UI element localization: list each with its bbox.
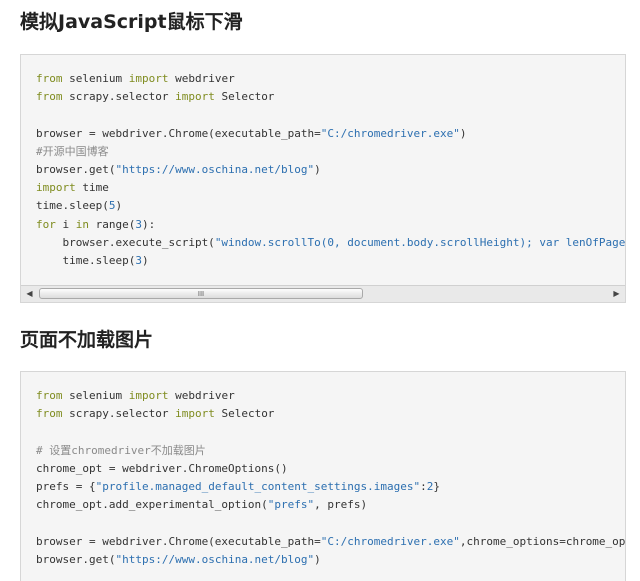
code-token: i [62, 217, 76, 231]
code-line: from selenium import webdriver [36, 70, 625, 88]
code-token: Selector [221, 407, 275, 421]
code-token: } [433, 480, 440, 494]
code-keyword: import [175, 90, 222, 104]
code-token: chrome_opt.add_experimental_option( [36, 498, 268, 512]
code-keyword: import [128, 389, 176, 402]
code-line: time.sleep(5) [36, 197, 625, 215]
code-line: # 设置chromedriver不加载图片 [36, 442, 625, 460]
code-token: prefs = { [36, 480, 96, 494]
code-string: "prefs" [267, 498, 315, 512]
code-keyword: in [75, 217, 96, 231]
code-token: ) [314, 163, 321, 177]
code-token: : [420, 480, 427, 494]
code-line: from scrapy.selector import Selector [36, 405, 625, 423]
code-keyword: from [36, 407, 70, 421]
code-token: browser.get( [36, 163, 116, 177]
horizontal-scrollbar[interactable]: ◀ III ▶ [21, 285, 625, 302]
scroll-right-arrow-icon[interactable]: ▶ [608, 286, 625, 302]
section-heading-scroll: 模拟JavaScript鼠标下滑 [20, 11, 243, 33]
code-token: ): [142, 217, 156, 231]
code-token: scrapy.selector [69, 90, 176, 104]
code-keyword: import [128, 72, 176, 85]
code-token: ) [115, 199, 123, 213]
code-content: from selenium import webdriver from scrap… [36, 70, 626, 270]
code-number: 3 [135, 254, 142, 268]
code-string: "window.scrollTo(0, document.body.scroll… [214, 235, 626, 249]
code-token: time [82, 181, 109, 195]
code-token: ) [141, 254, 149, 268]
code-token: ) [314, 552, 321, 566]
code-line: prefs = {"profile.managed_default_conten… [36, 478, 625, 496]
code-comment: # 设置chromedriver不加载图片 [36, 443, 206, 457]
code-token: ) [459, 126, 467, 140]
code-token: range( [95, 217, 136, 231]
code-token: browser.execute_script( [36, 235, 215, 249]
code-keyword: from [36, 90, 70, 104]
code-line: import time [36, 179, 625, 197]
code-token: webdriver [175, 72, 235, 85]
code-line: time.sleep(3) [36, 252, 625, 270]
code-line: #开源中国博客 [36, 143, 625, 161]
code-token: time.sleep( [36, 199, 109, 213]
code-line: browser = webdriver.Chrome(executable_pa… [36, 533, 626, 551]
scroll-left-arrow-icon[interactable]: ◀ [21, 286, 38, 302]
code-number: 3 [135, 217, 142, 231]
code-keyword: import [175, 407, 222, 421]
code-line: browser = webdriver.Chrome(executable_pa… [36, 125, 625, 143]
code-line: for i in range(3): [36, 216, 625, 234]
section-heading-no-images: 页面不加载图片 [20, 329, 154, 351]
code-string: "profile.managed_default_content_setting… [95, 480, 421, 494]
scrollbar-thumb[interactable]: III [39, 288, 363, 299]
code-token: chrome_opt = webdriver.ChromeOptions() [36, 461, 288, 475]
code-keyword: from [36, 389, 70, 402]
code-string: "https://www.oschina.net/blog" [115, 163, 315, 177]
code-line: browser.get("https://www.oschina.net/blo… [36, 161, 625, 179]
code-token: selenium [69, 389, 129, 402]
code-token: scrapy.selector [69, 407, 176, 421]
code-keyword: for [36, 217, 63, 231]
code-content: from selenium import webdriver from scrap… [36, 387, 626, 569]
code-string: "https://www.oschina.net/blog" [115, 552, 315, 566]
code-line: from scrapy.selector import Selector [36, 88, 625, 106]
code-token: selenium [69, 72, 129, 85]
code-block-no-images[interactable]: from selenium import webdriver from scrap… [20, 371, 626, 581]
code-keyword: from [36, 72, 70, 85]
code-line: chrome_opt.add_experimental_option("pref… [36, 496, 625, 514]
code-token: webdriver [175, 389, 235, 402]
code-token: browser.get( [36, 552, 116, 566]
code-line: chrome_opt = webdriver.ChromeOptions() [36, 460, 625, 478]
code-string: "C:/chromedriver.exe" [320, 534, 460, 548]
code-keyword: import [36, 181, 83, 195]
code-token: Selector [221, 90, 275, 104]
scrollbar-grip-icon: III [197, 290, 205, 298]
code-token: browser = webdriver.Chrome(executable_pa… [36, 534, 321, 548]
code-token: time.sleep( [36, 254, 136, 268]
code-string: "C:/chromedriver.exe" [320, 126, 460, 140]
code-token: , prefs) [314, 498, 368, 512]
code-comment: #开源中国博客 [36, 144, 109, 158]
code-line: browser.get("https://www.oschina.net/blo… [36, 551, 625, 569]
code-line: browser.execute_script("window.scrollTo(… [36, 234, 626, 252]
code-block-scroll[interactable]: from selenium import webdriver from scrap… [20, 54, 626, 303]
code-token: browser = webdriver.Chrome(executable_pa… [36, 126, 321, 140]
code-line: from selenium import webdriver [36, 387, 625, 405]
code-token: ,chrome_options=chrome_opt [459, 534, 626, 548]
